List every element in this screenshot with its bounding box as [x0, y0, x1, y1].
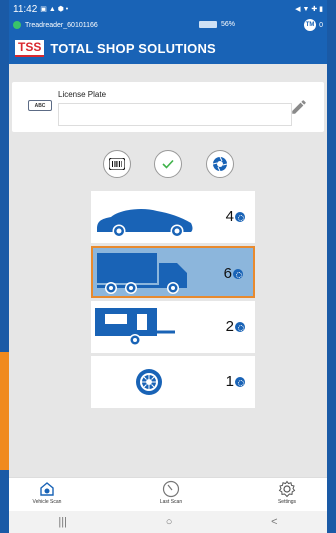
trailer-tire-count: 2: [226, 318, 245, 335]
android-navigation-bar: ||| ○ <: [9, 511, 327, 533]
bottom-navigation: Vehicle Scan Last Scan Settings: [9, 477, 327, 511]
license-plate-icon: ABC: [28, 100, 52, 111]
home-button[interactable]: ○: [166, 516, 173, 528]
last-scan-icon: [162, 480, 180, 498]
barcode-scan-button[interactable]: [103, 150, 131, 178]
tire-count-value: 4: [225, 208, 234, 225]
camera-button[interactable]: [206, 150, 234, 178]
tire-count-value: 1: [225, 373, 234, 390]
barcode-icon: [109, 158, 125, 170]
check-icon: [162, 159, 174, 169]
connection-status-dot: [13, 21, 21, 29]
tm-badge-icon[interactable]: TM: [304, 19, 317, 31]
license-plate-card: ABC License Plate: [12, 82, 324, 132]
app-window: 11:42 ▣ ▲ ⬢ • ◀ ▼ ✚ ▮ Treadreader_601011…: [9, 0, 327, 533]
status-bar: 11:42 ▣ ▲ ⬢ • ◀ ▼ ✚ ▮: [9, 0, 327, 18]
car-icon: [97, 209, 193, 238]
tire-icon: [233, 268, 243, 279]
truck-tire-count: 6: [224, 265, 243, 282]
nav-settings[interactable]: Settings: [257, 480, 317, 505]
app-title: TOTAL SHOP SOLUTIONS: [50, 40, 216, 56]
settings-gear-icon: [278, 480, 296, 498]
license-plate-input[interactable]: [58, 103, 292, 126]
tire-count-value: 6: [223, 265, 232, 282]
license-plate-label: License Plate: [58, 90, 107, 99]
status-time: 11:42: [13, 3, 38, 15]
nav-last-scan-label: Last Scan: [159, 499, 183, 505]
status-indicators-right: ◀ ▼ ✚ ▮: [295, 6, 323, 13]
battery-percent: 56%: [221, 21, 236, 28]
truck-icon: [97, 253, 187, 294]
vehicle-scan-icon: [40, 482, 54, 496]
nav-last-scan[interactable]: Last Scan: [141, 480, 201, 505]
device-bar: Treadreader_60101166 56% TM 0: [9, 18, 327, 32]
vehicle-option-trailer[interactable]: 2: [91, 301, 255, 353]
nav-settings-label: Settings: [277, 499, 297, 505]
camera-shutter-icon: [212, 156, 228, 172]
vehicle-option-single-tire[interactable]: 1: [91, 356, 255, 408]
badge-count: 0: [319, 21, 323, 29]
trailer-icon: [95, 308, 175, 346]
app-header: TSS TOTAL SHOP SOLUTIONS: [9, 32, 327, 64]
scan-action-row: [9, 150, 327, 180]
tire-icon: [235, 376, 245, 387]
vehicle-type-list: 4 6 2 1: [91, 191, 255, 410]
tire-icon: [235, 321, 245, 332]
nav-vehicle-scan[interactable]: Vehicle Scan: [17, 480, 77, 505]
nav-vehicle-scan-label: Vehicle Scan: [32, 499, 62, 505]
device-name: Treadreader_60101166: [25, 21, 98, 29]
left-accent-strip: [0, 352, 9, 470]
vehicle-option-car[interactable]: 4: [91, 191, 255, 243]
car-tire-count: 4: [226, 208, 245, 225]
battery-indicator: 56%: [199, 21, 235, 28]
single-tire-count: 1: [226, 373, 245, 390]
edit-pencil-icon[interactable]: [290, 98, 308, 116]
confirm-button[interactable]: [154, 150, 182, 178]
battery-icon: [199, 21, 217, 28]
tire-large-icon: [136, 369, 162, 395]
tss-logo: TSS: [15, 39, 45, 57]
tire-icon: [235, 211, 245, 222]
back-button[interactable]: <: [271, 516, 277, 528]
recents-button[interactable]: |||: [58, 516, 67, 528]
status-indicators-left: ▣ ▲ ⬢ •: [40, 6, 69, 13]
tire-count-value: 2: [225, 318, 234, 335]
vehicle-option-truck[interactable]: 6: [91, 246, 255, 298]
